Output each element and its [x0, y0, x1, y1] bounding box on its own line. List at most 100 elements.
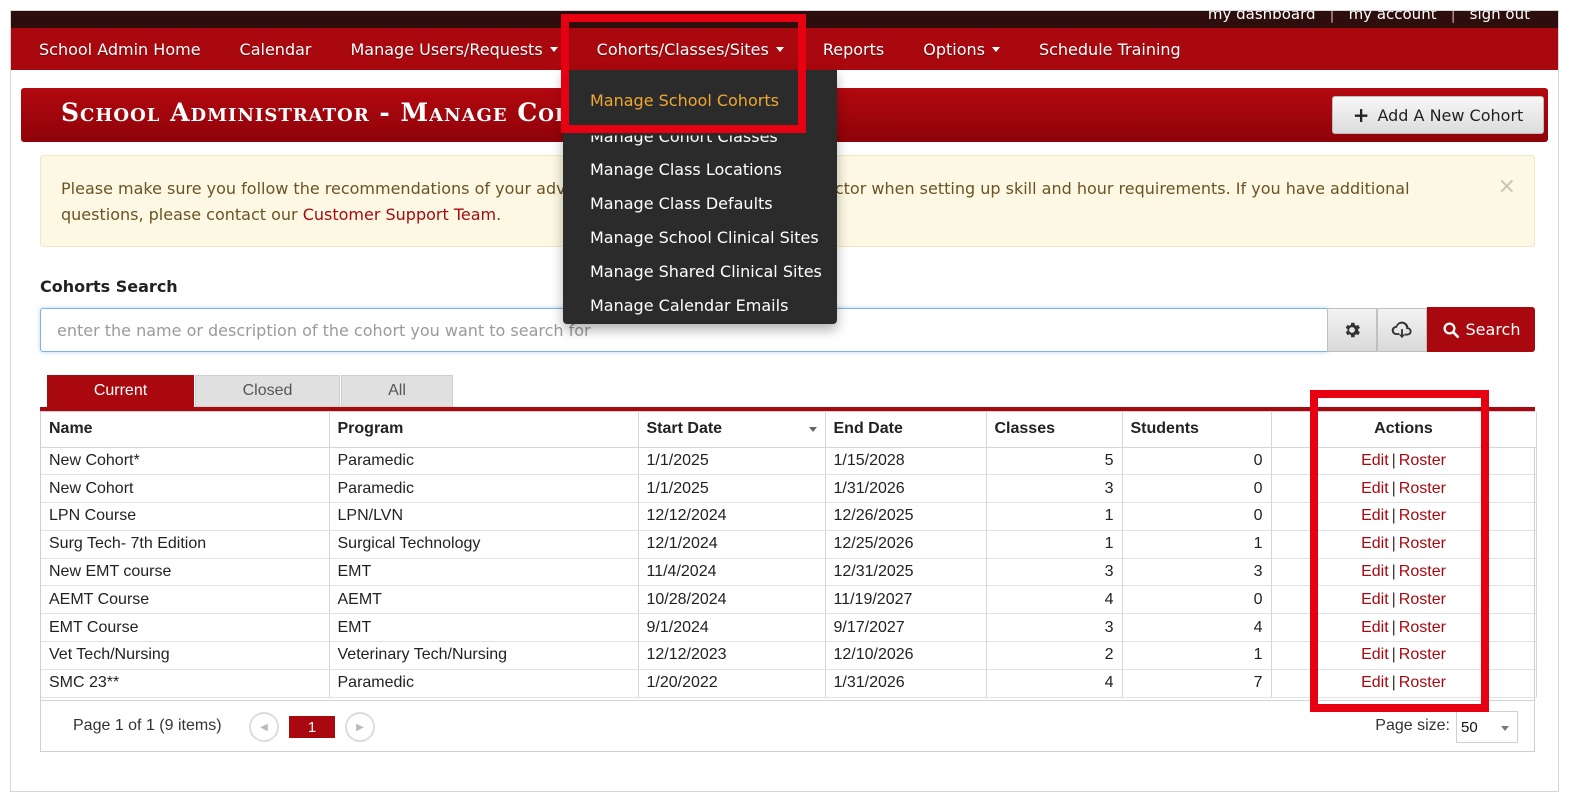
roster-link[interactable]: Roster [1399, 507, 1446, 524]
cohorts-table: Name Program Start Date End Date Classes… [41, 412, 1537, 698]
column-header-classes[interactable]: Classes [986, 412, 1123, 448]
menu-item-manage-school-clinical-sites[interactable]: Manage School Clinical Sites [590, 228, 819, 247]
cell-classes: 2 [986, 641, 1123, 670]
column-header-name[interactable]: Name [41, 412, 330, 448]
table-row: New Cohort Paramedic 1/1/2025 1/31/2026 3 0 Ed… [41, 474, 1537, 504]
download-button[interactable] [1377, 308, 1427, 352]
menu-item-manage-shared-clinical-sites[interactable]: Manage Shared Clinical Sites [590, 262, 822, 281]
nav-label: School Admin Home [39, 39, 201, 59]
search-settings-button[interactable] [1327, 308, 1377, 352]
edit-link[interactable]: Edit [1361, 452, 1389, 469]
roster-link[interactable]: Roster [1399, 535, 1446, 552]
utility-links: my dashboard | my account | sign out [1208, 10, 1530, 23]
table-row: Vet Tech/Nursing Veterinary Tech/Nursing 1… [41, 641, 1537, 670]
roster-link[interactable]: Roster [1399, 646, 1446, 663]
nav-cohorts-classes-sites[interactable]: Cohorts/Classes/Sites [597, 40, 784, 59]
cell-students: 3 [1122, 558, 1272, 587]
edit-link[interactable]: Edit [1361, 619, 1389, 636]
close-icon[interactable]: × [1498, 174, 1516, 200]
cell-actions: Edit | Roster [1271, 613, 1537, 643]
cell-students: 0 [1122, 474, 1272, 504]
column-header-actions: Actions [1271, 412, 1537, 448]
cohorts-grid: Name Program Start Date End Date Classes… [40, 411, 1537, 752]
nav-manage-users-requests[interactable]: Manage Users/Requests [350, 40, 558, 59]
my-account-link[interactable]: my account [1349, 11, 1437, 23]
table-row: New Cohort* Paramedic 1/1/2025 1/15/2028 5 0 E… [41, 447, 1537, 476]
page-1-button[interactable]: 1 [289, 716, 335, 738]
nav-label: Calendar [239, 39, 312, 59]
cell-start-date: 1/20/2022 [638, 669, 826, 698]
my-dashboard-link[interactable]: my dashboard [1208, 11, 1316, 23]
edit-link[interactable]: Edit [1361, 674, 1389, 691]
tab-closed[interactable]: Closed [195, 375, 340, 407]
table-header-row: Name Program Start Date End Date Classes… [41, 412, 1537, 448]
sign-out-link[interactable]: sign out [1470, 11, 1530, 23]
menu-item-manage-school-cohorts[interactable]: Manage School Cohorts [590, 91, 779, 110]
customer-support-link[interactable]: Customer Support Team [303, 205, 496, 224]
menu-item-manage-class-defaults[interactable]: Manage Class Defaults [590, 194, 773, 213]
cell-actions: Edit | Roster [1271, 669, 1537, 698]
caret-down-icon [549, 46, 558, 52]
roster-link[interactable]: Roster [1399, 563, 1446, 580]
cell-program: EMT [329, 558, 639, 587]
nav-label: Options [923, 39, 985, 59]
menu-item-manage-cohort-classes[interactable]: Manage Cohort Classes [590, 136, 778, 146]
edit-link[interactable]: Edit [1361, 535, 1389, 552]
tab-current[interactable]: Current [47, 375, 194, 407]
nav-calendar[interactable]: Calendar [240, 40, 312, 59]
search-button[interactable]: Search [1427, 307, 1535, 352]
prev-page-icon[interactable]: ◀ [249, 712, 279, 742]
cell-students: 1 [1122, 641, 1272, 670]
edit-link[interactable]: Edit [1361, 591, 1389, 608]
cell-program: LPN/LVN [329, 502, 639, 531]
cohorts-dropdown-menu: Manage School Cohorts Manage Cohort Clas… [563, 70, 837, 324]
add-new-cohort-button[interactable]: + Add A New Cohort [1332, 96, 1544, 134]
pager-info: Page 1 of 1 (9 items) [73, 717, 222, 734]
edit-link[interactable]: Edit [1361, 507, 1389, 524]
page-size-select[interactable]: 50 [1456, 711, 1518, 743]
page-size-label: Page size: [1375, 717, 1450, 734]
cell-name: New Cohort [41, 474, 330, 504]
column-header-program[interactable]: Program [329, 412, 639, 448]
cell-name: SMC 23** [41, 669, 330, 698]
cell-actions: Edit | Roster [1271, 558, 1537, 587]
cell-students: 0 [1122, 447, 1272, 476]
column-header-end-date[interactable]: End Date [825, 412, 987, 448]
utility-separator: | [1450, 10, 1456, 23]
cohorts-search-label: Cohorts Search [40, 277, 178, 296]
cell-classes: 4 [986, 669, 1123, 698]
browser-frame: my dashboard | my account | sign out Sch… [10, 10, 1559, 792]
action-separator: | [1391, 590, 1396, 608]
menu-item-manage-class-locations[interactable]: Manage Class Locations [590, 160, 782, 179]
menu-item-manage-calendar-emails[interactable]: Manage Calendar Emails [590, 296, 788, 315]
tab-all[interactable]: All [341, 375, 453, 407]
action-separator: | [1391, 674, 1396, 692]
edit-link[interactable]: Edit [1361, 480, 1389, 497]
column-header-students[interactable]: Students [1122, 412, 1272, 448]
roster-link[interactable]: Roster [1399, 674, 1446, 691]
column-header-start-date[interactable]: Start Date [638, 412, 826, 448]
cell-classes: 5 [986, 447, 1123, 476]
edit-link[interactable]: Edit [1361, 646, 1389, 663]
cell-actions: Edit | Roster [1271, 585, 1537, 615]
cell-name: EMT Course [41, 613, 330, 643]
roster-link[interactable]: Roster [1399, 591, 1446, 608]
roster-link[interactable]: Roster [1399, 619, 1446, 636]
cell-end-date: 12/26/2025 [825, 502, 987, 531]
roster-link[interactable]: Roster [1399, 452, 1446, 469]
next-page-icon[interactable]: ▶ [345, 712, 375, 742]
table-row: EMT Course EMT 9/1/2024 9/17/2027 3 4 Edit | Ros… [41, 613, 1537, 643]
cell-classes: 4 [986, 585, 1123, 615]
cell-program: Surgical Technology [329, 530, 639, 559]
nav-reports[interactable]: Reports [823, 40, 884, 59]
edit-link[interactable]: Edit [1361, 563, 1389, 580]
nav-schedule-training[interactable]: Schedule Training [1039, 40, 1181, 59]
nav-school-admin-home[interactable]: School Admin Home [39, 40, 201, 59]
nav-options[interactable]: Options [923, 40, 1000, 59]
cell-students: 7 [1122, 669, 1272, 698]
cell-end-date: 11/19/2027 [825, 585, 987, 615]
sort-desc-icon[interactable] [808, 427, 817, 432]
roster-link[interactable]: Roster [1399, 480, 1446, 497]
cell-students: 4 [1122, 613, 1272, 643]
cell-start-date: 12/1/2024 [638, 530, 826, 559]
